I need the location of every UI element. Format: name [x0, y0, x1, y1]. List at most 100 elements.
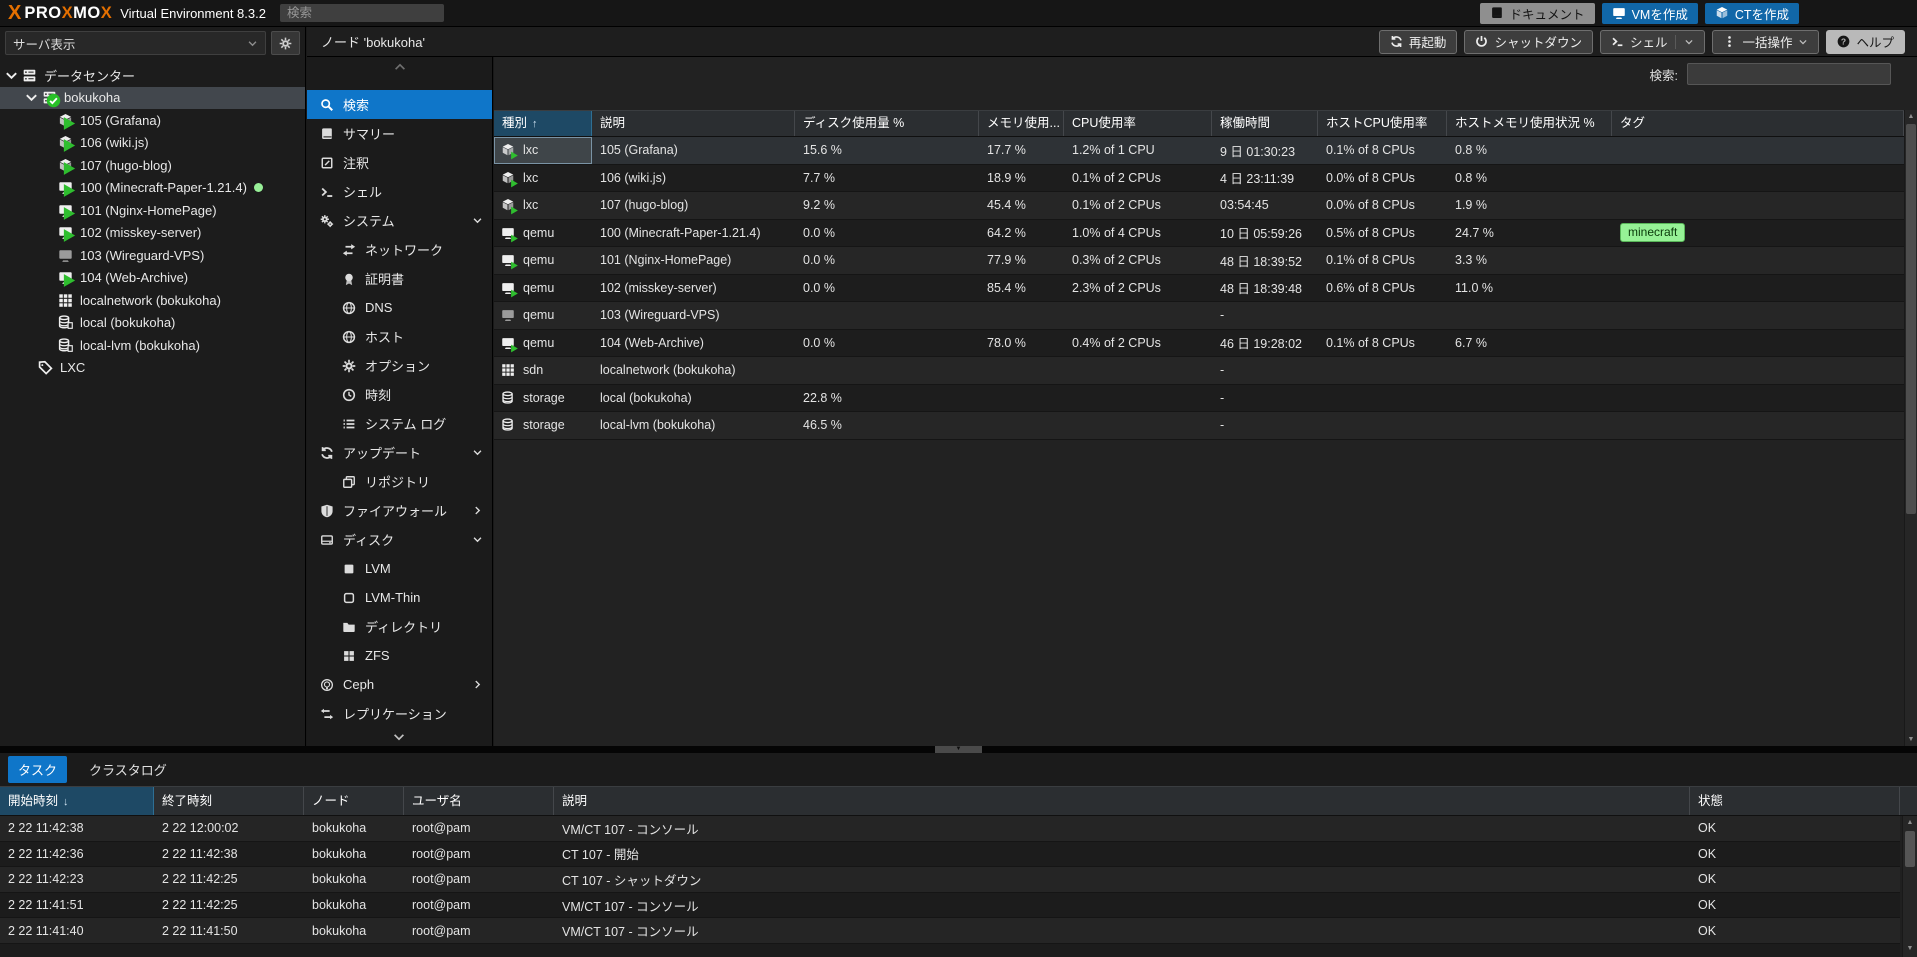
tab-tasks[interactable]: タスク [8, 756, 67, 783]
column-header[interactable]: メモリ使用... [979, 111, 1064, 136]
bulk-actions-button[interactable]: 一括操作 [1712, 30, 1819, 54]
tab-cluster-log[interactable]: クラスタログ [79, 756, 177, 783]
table-row[interactable]: qemu102 (misskey-server)0.0 %85.4 %2.3% … [494, 275, 1904, 303]
table-row[interactable]: 2 22 11:42:232 22 11:42:25bokukoharoot@p… [0, 867, 1900, 893]
splitter-collapse-handle[interactable]: ▼ [935, 746, 982, 753]
column-header[interactable]: 説明 [592, 111, 795, 136]
menu-item[interactable]: システム [307, 206, 492, 235]
menu-item[interactable]: オプション [307, 351, 492, 380]
table-row[interactable]: storagelocal-lvm (bokukoha)46.5 %- [494, 412, 1904, 440]
column-header[interactable]: ホストメモリ使用状況 % [1447, 111, 1612, 136]
menu-item[interactable]: ZFS [307, 641, 492, 670]
column-header[interactable]: ホストCPU使用率 [1318, 111, 1447, 136]
table-row[interactable]: 2 22 11:41:402 22 11:41:50bokukoharoot@p… [0, 918, 1900, 944]
task-table-scrollbar[interactable]: ▲ ▼ [1902, 816, 1917, 957]
tree-item[interactable]: データセンター [0, 64, 305, 87]
tree-item[interactable]: 106 (wiki.js) [0, 132, 305, 155]
table-row[interactable]: qemu100 (Minecraft-Paper-1.21.4)0.0 %64.… [494, 220, 1904, 248]
column-header[interactable]: 終了時刻 [154, 787, 304, 815]
menu-scroll-up[interactable] [307, 60, 492, 74]
menu-item[interactable]: LVM-Thin [307, 583, 492, 612]
create-vm-button[interactable]: VMを作成 [1602, 3, 1698, 24]
view-mode-select[interactable]: サーバ表示 [5, 31, 266, 55]
table-row[interactable]: 2 22 11:41:512 22 11:42:25bokukoharoot@p… [0, 893, 1900, 919]
menu-item[interactable]: ホスト [307, 322, 492, 351]
table-row[interactable]: lxc106 (wiki.js)7.7 %18.9 %0.1% of 2 CPU… [494, 165, 1904, 193]
tree-item[interactable]: LXC [0, 357, 305, 380]
tree-item[interactable]: 105 (Grafana) [0, 109, 305, 132]
menu-item[interactable]: ディレクトリ [307, 612, 492, 641]
table-row[interactable]: sdnlocalnetwork (bokukoha)- [494, 357, 1904, 385]
resource-tree: データセンターbokukoha105 (Grafana)106 (wiki.js… [0, 64, 305, 379]
column-header[interactable]: 種別↑ [494, 111, 592, 136]
menu-item[interactable]: システム ログ [307, 409, 492, 438]
tree-item[interactable]: local (bokukoha) [0, 312, 305, 335]
menu-item[interactable]: Ceph [307, 670, 492, 699]
column-header[interactable]: 開始時刻↓ [0, 787, 154, 815]
tree-item[interactable]: localnetwork (bokukoha) [0, 289, 305, 312]
menu-item[interactable]: ネットワーク [307, 235, 492, 264]
table-row[interactable]: 2 22 11:42:382 22 12:00:02bokukoharoot@p… [0, 816, 1900, 842]
tree-item[interactable]: 103 (Wireguard-VPS) [0, 244, 305, 267]
menu-item[interactable]: サマリー [307, 119, 492, 148]
scroll-down-arrow[interactable]: ▼ [1903, 942, 1917, 955]
table-row[interactable]: lxc105 (Grafana)15.6 %17.7 %1.2% of 1 CP… [494, 137, 1904, 165]
menu-item[interactable]: 証明書 [307, 264, 492, 293]
global-search-input[interactable] [280, 4, 444, 22]
column-header[interactable]: 稼働時間 [1212, 111, 1318, 136]
globe-icon [342, 330, 356, 344]
column-header[interactable]: ディスク使用量 % [795, 111, 979, 136]
cell-task-3: root@pam [404, 847, 554, 861]
menu-item[interactable]: 検索 [307, 90, 492, 119]
column-header[interactable]: ユーザ名 [404, 787, 554, 815]
cell-disk: 46.5 % [795, 412, 979, 439]
tree-item[interactable]: 101 (Nginx-HomePage) [0, 199, 305, 222]
column-header[interactable]: 状態 [1690, 787, 1900, 815]
table-row[interactable]: 2 22 11:42:362 22 11:42:38bokukoharoot@p… [0, 842, 1900, 868]
main-table-scrollbar[interactable]: ▲ ▼ [1904, 110, 1917, 746]
create-ct-button[interactable]: CTを作成 [1705, 3, 1799, 24]
tree-settings-button[interactable] [271, 31, 300, 55]
table-filter-input[interactable] [1687, 63, 1891, 85]
scroll-up-arrow[interactable]: ▲ [1905, 110, 1917, 123]
table-row[interactable]: lxc107 (hugo-blog)9.2 %45.4 %0.1% of 2 C… [494, 192, 1904, 220]
table-row[interactable]: qemu104 (Web-Archive)0.0 %78.0 %0.4% of … [494, 330, 1904, 358]
menu-item[interactable]: ディスク [307, 525, 492, 554]
menu-item[interactable]: リポジトリ [307, 467, 492, 496]
menu-item[interactable]: LVM [307, 554, 492, 583]
cell-hostmem [1447, 412, 1612, 439]
help-button-label: ヘルプ [1856, 32, 1894, 51]
table-row[interactable]: qemu101 (Nginx-HomePage)0.0 %77.9 %0.3% … [494, 247, 1904, 275]
help-button[interactable]: ヘルプ [1826, 30, 1905, 54]
scrollbar-thumb[interactable] [1905, 831, 1915, 867]
menu-item[interactable]: 時刻 [307, 380, 492, 409]
table-row[interactable]: qemu103 (Wireguard-VPS)- [494, 302, 1904, 330]
documentation-button[interactable]: ドキュメント [1480, 3, 1595, 24]
scroll-down-arrow[interactable]: ▼ [1905, 733, 1917, 746]
menu-item[interactable]: ファイアウォール [307, 496, 492, 525]
restart-button[interactable]: 再起動 [1379, 30, 1458, 54]
column-header[interactable]: ノード [304, 787, 404, 815]
tree-item[interactable]: 100 (Minecraft-Paper-1.21.4) [0, 177, 305, 200]
menu-item[interactable]: DNS [307, 293, 492, 322]
menu-scroll-down[interactable] [307, 722, 491, 746]
scrollbar-thumb[interactable] [1906, 124, 1916, 514]
tree-item[interactable]: 104 (Web-Archive) [0, 267, 305, 290]
chevron-down-icon [1798, 37, 1808, 47]
table-row[interactable]: storagelocal (bokukoha)22.8 %- [494, 385, 1904, 413]
scroll-up-arrow[interactable]: ▲ [1903, 816, 1917, 829]
menu-item[interactable]: アップデート [307, 438, 492, 467]
tree-item[interactable]: 107 (hugo-blog) [0, 154, 305, 177]
db-icon [501, 418, 515, 432]
menu-item[interactable]: 注釈 [307, 148, 492, 177]
column-header[interactable]: タグ [1612, 111, 1904, 136]
cell-type: storage [494, 412, 592, 439]
tree-item[interactable]: local-lvm (bokukoha) [0, 334, 305, 357]
menu-item[interactable]: シェル [307, 177, 492, 206]
column-header[interactable]: 説明 [554, 787, 1690, 815]
tree-item[interactable]: 102 (misskey-server) [0, 222, 305, 245]
shutdown-button[interactable]: シャットダウン [1464, 30, 1593, 54]
tree-item[interactable]: bokukoha [0, 87, 305, 110]
column-header[interactable]: CPU使用率 [1064, 111, 1212, 136]
shell-button[interactable]: シェル [1600, 30, 1706, 54]
